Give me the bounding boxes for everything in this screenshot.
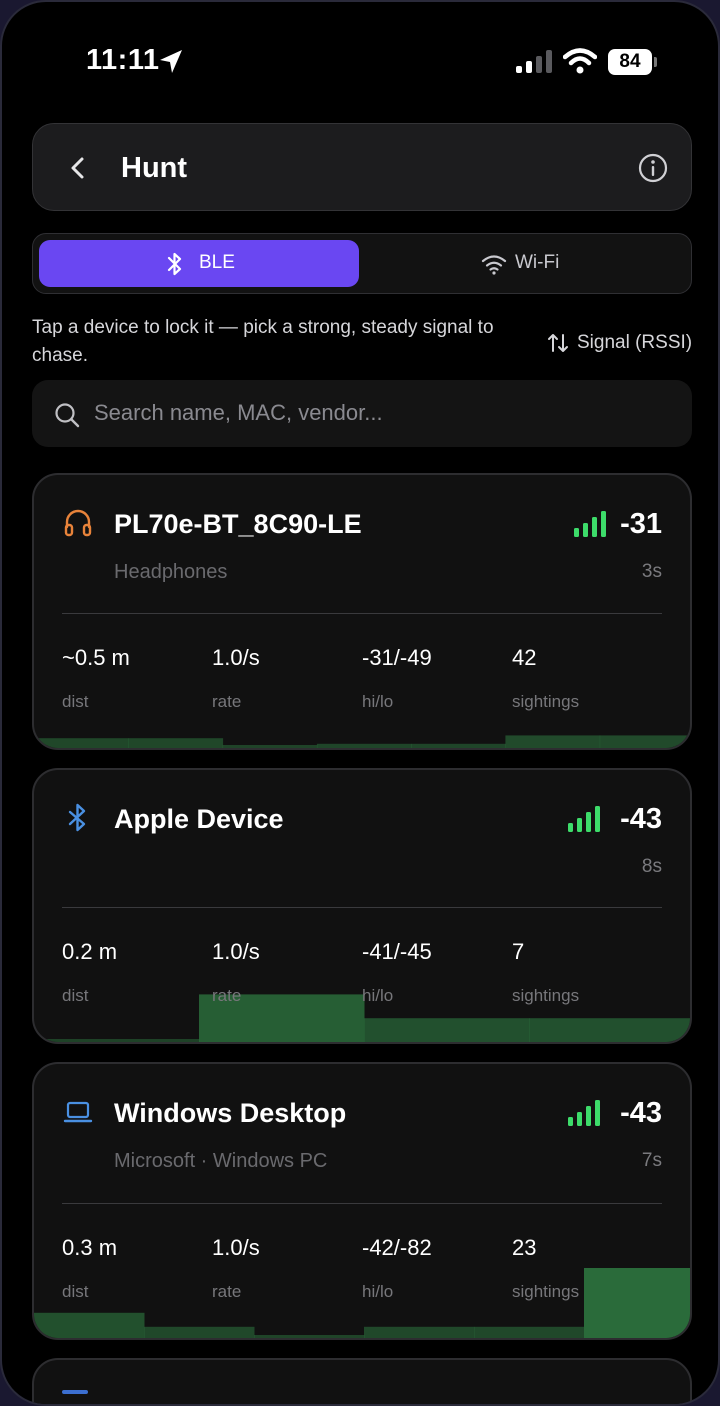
stat-hilo-value: -41/-45	[362, 939, 432, 964]
info-icon[interactable]	[637, 152, 669, 184]
stat-dist-label: dist	[62, 692, 89, 711]
signal-strength-icon	[568, 1100, 600, 1126]
bluetooth-icon	[68, 803, 86, 832]
stat-hilo-label: hi/lo	[362, 692, 394, 711]
tab-wifi[interactable]: Wi-Fi	[367, 240, 687, 287]
cellular-signal-icon	[516, 50, 552, 73]
sort-button[interactable]: Signal (RSSI)	[546, 329, 696, 357]
tab-wifi-label: Wi-Fi	[515, 252, 560, 273]
tab-ble[interactable]: BLE	[39, 240, 359, 287]
battery-level: 84	[619, 51, 641, 72]
sparkline-bar	[529, 1018, 690, 1042]
back-chevron-icon[interactable]	[63, 152, 93, 184]
signal-history-sparkline	[34, 1268, 690, 1338]
sparkline-bar	[364, 1018, 530, 1042]
last-seen-age: 7s	[641, 1150, 662, 1171]
laptop-icon	[63, 1101, 93, 1123]
bluetooth-icon	[167, 252, 182, 276]
laptop-icon	[62, 1390, 88, 1394]
location-arrow-icon	[160, 50, 182, 73]
rssi-value: -43	[620, 803, 662, 835]
stat-rate-label: rate	[212, 986, 242, 1005]
device-subtitle: Headphones	[114, 561, 228, 583]
sparkline-bar	[222, 745, 318, 748]
device-card[interactable]: PL70e-BT_8C90-LE Headphones -31 3s ~0.5 …	[32, 473, 692, 750]
device-name: Windows Desktop	[114, 1098, 347, 1128]
stat-dist-label: dist	[62, 986, 89, 1005]
stat-sightings-value: 7	[512, 939, 525, 964]
tab-ble-label: BLE	[199, 252, 235, 273]
stat-rate-value: 1.0/s	[212, 1235, 260, 1260]
sort-arrows-icon	[548, 334, 568, 352]
search-icon	[55, 403, 80, 428]
hint-text: Tap a device to lock it — pick a strong,…	[32, 317, 494, 366]
status-bar: 11:11 84	[2, 2, 718, 122]
device-card[interactable]	[32, 1358, 692, 1404]
stat-sightings-label: sightings	[512, 1282, 580, 1301]
wifi-status-icon	[563, 48, 597, 74]
stat-dist-label: dist	[62, 1282, 89, 1301]
sparkline-bar	[474, 1326, 585, 1338]
battery-indicator: 84	[608, 49, 652, 75]
signal-history-sparkline	[34, 735, 690, 748]
signal-history-sparkline	[34, 994, 690, 1042]
signal-strength-icon	[568, 806, 600, 832]
sparkline-bar	[505, 735, 601, 748]
stat-rate-label: rate	[212, 692, 242, 711]
stat-hilo-label: hi/lo	[362, 986, 394, 1005]
stat-dist-value: 0.3 m	[62, 1235, 118, 1260]
phone-screen: 11:11 84 Hunt BLE Wi-Fi Tap a device to …	[0, 0, 720, 1406]
signal-strength-icon	[574, 511, 606, 537]
headphones-icon	[64, 509, 92, 537]
stat-dist-value: 0.2 m	[62, 939, 118, 964]
status-time: 11:11	[86, 44, 160, 76]
sort-label: Signal (RSSI)	[577, 332, 693, 353]
stat-hilo-value: -31/-49	[362, 645, 432, 670]
last-seen-age: 3s	[641, 561, 662, 582]
stat-sightings-label: sightings	[512, 986, 580, 1005]
device-name: PL70e-BT_8C90-LE	[114, 509, 362, 539]
device-subtitle: Microsoft · Windows PC	[114, 1150, 328, 1172]
wifi-icon	[481, 255, 507, 275]
page-title: Hunt	[121, 152, 188, 184]
device-card[interactable]: Windows Desktop Microsoft · Windows PC -…	[32, 1062, 692, 1340]
sparkline-bar	[316, 743, 412, 748]
card-divider	[62, 613, 662, 614]
rssi-value: -31	[620, 508, 662, 540]
stat-sightings-value: 23	[512, 1235, 537, 1260]
card-divider	[62, 1203, 662, 1204]
stat-rate-label: rate	[212, 1282, 242, 1301]
search-bar	[32, 380, 692, 447]
stat-rate-value: 1.0/s	[212, 645, 260, 670]
sparkline-bar	[254, 1335, 365, 1338]
stat-dist-value: ~0.5 m	[62, 645, 130, 670]
stat-rate-value: 1.0/s	[212, 939, 260, 964]
last-seen-age: 8s	[641, 856, 662, 877]
device-card[interactable]: Apple Device -43 8s 0.2 m 1.0/s -41/-45 …	[32, 768, 692, 1044]
sparkline-bar	[34, 1039, 200, 1042]
sparkline-bar	[128, 738, 224, 748]
device-name: Apple Device	[114, 804, 284, 834]
stat-hilo-label: hi/lo	[362, 1282, 394, 1301]
stat-hilo-value: -42/-82	[362, 1235, 432, 1260]
sparkline-bar	[34, 738, 129, 748]
sparkline-bar	[34, 1312, 145, 1338]
stat-sightings-value: 42	[512, 645, 537, 670]
sparkline-bar	[144, 1326, 255, 1338]
search-input[interactable]	[94, 394, 664, 432]
rssi-value: -43	[620, 1097, 662, 1129]
scan-mode-tabs: BLE Wi-Fi	[32, 233, 692, 294]
sparkline-bar	[411, 743, 506, 748]
card-divider	[62, 907, 662, 908]
sparkline-bar	[599, 735, 690, 748]
sparkline-bar	[584, 1268, 690, 1338]
sparkline-bar	[364, 1326, 475, 1338]
battery-tip	[654, 57, 657, 67]
stat-sightings-label: sightings	[512, 692, 580, 711]
top-bar: Hunt	[32, 123, 692, 211]
